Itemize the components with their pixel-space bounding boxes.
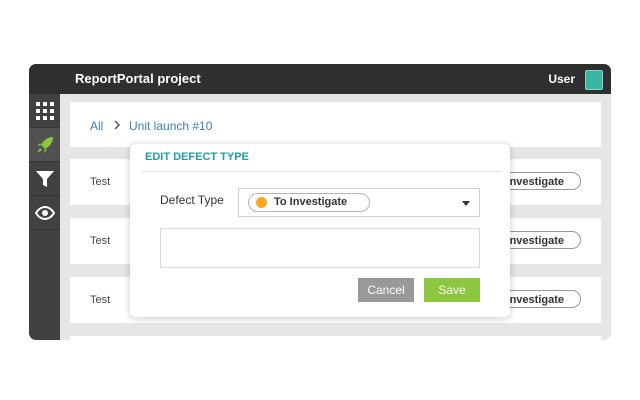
sidebar-item-overview[interactable] [29,196,60,230]
edit-defect-type-dialog: EDIT DEFECT TYPE Defect Type To Investig… [130,144,510,317]
sidebar-item-filters[interactable] [29,162,60,196]
row-label: Test [90,294,111,306]
breadcrumb-launch-link[interactable]: Unit launch #10 [129,102,212,150]
breadcrumb: All Unit launch #10 [70,102,601,147]
table-row [70,336,601,340]
rocket-icon [36,136,53,153]
row-label: Test [90,176,111,188]
user-menu[interactable]: User [548,64,575,94]
cancel-button[interactable]: Cancel [358,278,414,302]
sidebar-item-launches[interactable] [29,94,60,128]
filter-icon [35,170,54,187]
save-button[interactable]: Save [424,278,480,302]
top-bar: ReportPortal project User [29,64,611,94]
dialog-title: EDIT DEFECT TYPE [145,151,249,163]
sidebar-item-rocket[interactable] [29,128,60,162]
divider [142,171,500,172]
defect-type-label: Defect Type [160,193,224,207]
eye-icon [34,205,55,220]
comment-field[interactable] [160,228,480,268]
grid-icon [35,101,54,120]
chevron-down-icon[interactable] [462,201,470,206]
defect-type-select[interactable]: To Investigate [238,188,480,217]
selected-defect-type-label: To Investigate [274,196,348,208]
project-title: ReportPortal project [75,71,201,86]
row-label: Test [90,235,111,247]
avatar[interactable] [585,70,603,90]
breadcrumb-all-link[interactable]: All [90,102,103,150]
selected-defect-type: To Investigate [248,193,370,212]
chevron-right-icon [114,120,120,130]
to-investigate-dot-icon [256,197,267,208]
sidebar [29,94,60,340]
